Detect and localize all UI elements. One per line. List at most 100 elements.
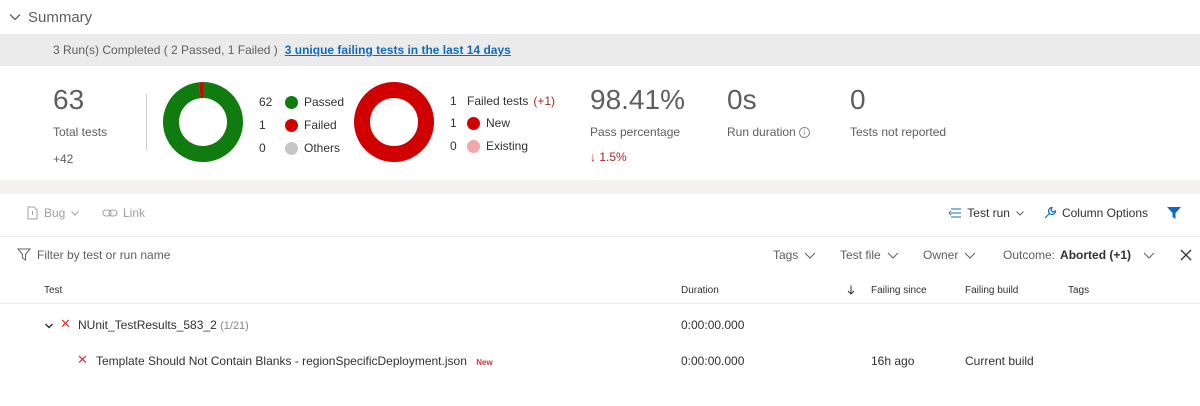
legend-label: Others (304, 141, 341, 155)
bug-icon (27, 206, 38, 220)
test-failing-build: Current build (965, 354, 1034, 368)
summary-stats: 63 Total tests +42 62 Passed 1 Failed 0 … (0, 66, 1200, 180)
sort-descending-icon[interactable] (847, 285, 855, 295)
legend-count: 1 (450, 94, 457, 108)
outcome-donut-chart (163, 82, 243, 162)
outcome-donut-passed-slice (163, 82, 243, 162)
link-button[interactable]: Link (102, 206, 145, 220)
chevron-down-icon (1016, 211, 1024, 216)
group-name-text: NUnit_TestResults_583_2 (78, 318, 217, 332)
test-file-filter-dropdown[interactable]: Test file (840, 248, 900, 262)
failed-dot-icon (285, 118, 298, 132)
legend-label: Failed tests (467, 94, 529, 108)
table-header: Test Duration Failing since Failing buil… (0, 280, 1200, 304)
failed-donut-chart (354, 82, 434, 162)
info-icon[interactable]: i (798, 127, 810, 139)
owner-filter-label: Owner (923, 247, 959, 262)
test-name-cell: Template Should Not Contain Blanks - reg… (96, 354, 493, 368)
legend-label: Passed (304, 95, 345, 109)
filter-input[interactable]: Filter by test or run name (17, 248, 170, 262)
results-toolbar: Bug Link Test run Column Options (0, 194, 1200, 232)
run-info-text: 3 Run(s) Completed ( 2 Passed, 1 Failed … (53, 43, 278, 57)
filter-placeholder: Filter by test or run name (37, 247, 171, 262)
column-header-tags[interactable]: Tags (1068, 285, 1089, 296)
tags-filter-dropdown[interactable]: Tags (773, 248, 817, 262)
pass-percentage-value: 98.41% (590, 84, 685, 115)
new-badge: New (476, 358, 493, 367)
legend-passed: 62 Passed (259, 94, 344, 110)
group-name: NUnit_TestResults_583_2 (1/21) (78, 318, 249, 332)
owner-filter-dropdown[interactable]: Owner (923, 248, 977, 262)
chevron-down-icon (887, 252, 899, 259)
chevron-down-icon[interactable] (44, 321, 54, 331)
test-file-filter-label: Test file (840, 247, 881, 262)
legend-count: 0 (259, 141, 266, 155)
summary-section-header[interactable]: Summary (0, 0, 1200, 34)
column-header-failing-since[interactable]: Failing since (871, 285, 927, 296)
legend-count: 0 (450, 139, 457, 153)
chevron-down-icon (805, 252, 816, 259)
column-header-duration[interactable]: Duration (681, 285, 719, 296)
legend-label: New (486, 116, 511, 130)
chevron-down-icon (964, 252, 976, 259)
failed-x-icon: ✕ (77, 352, 88, 367)
total-tests-label: Total tests (53, 125, 108, 139)
legend-count: 1 (450, 116, 457, 130)
legend-label: Failed (304, 118, 337, 132)
toolbar-right: Test run Column Options (948, 194, 1200, 232)
table-group-row[interactable]: ✕ NUnit_TestResults_583_2 (1/21) 0:00:00… (0, 307, 1200, 345)
failed-tests-delta: (+1) (533, 94, 556, 108)
pass-percentage-change: ↓ 1.5% (590, 150, 627, 164)
outcome-filter-dropdown[interactable]: Outcome: Aborted (+1) (1003, 248, 1156, 262)
run-duration-label-group: Run duration i (727, 125, 810, 139)
legend-others: 0 Others (259, 140, 340, 156)
chevron-down-icon (1143, 252, 1155, 259)
section-gap (0, 180, 1200, 194)
not-reported-label: Tests not reported (850, 125, 947, 139)
run-info-bar: 3 Run(s) Completed ( 2 Passed, 1 Failed … (0, 34, 1200, 66)
new-dot-icon (467, 116, 480, 130)
existing-dot-icon (467, 139, 480, 153)
outcome-filter-value: Aborted (+1) (1060, 247, 1132, 262)
test-run-label: Test run (967, 206, 1010, 220)
total-tests-delta: +42 (53, 152, 74, 166)
legend-failed-tests: 1 Failed tests (+1) (450, 93, 555, 109)
column-options-button[interactable]: Column Options (1043, 206, 1148, 220)
legend-count: 1 (259, 118, 266, 132)
test-duration: 0:00:00.000 (681, 354, 745, 368)
table-row[interactable]: ✕ Template Should Not Contain Blanks - r… (0, 343, 1200, 381)
passed-dot-icon (285, 95, 298, 109)
column-options-label: Column Options (1061, 206, 1148, 220)
legend-count: 62 (259, 95, 273, 109)
run-duration-label: Run duration (727, 125, 796, 139)
failing-tests-link[interactable]: 3 unique failing tests in the last 14 da… (285, 43, 511, 57)
total-tests-value: 63 (53, 84, 85, 115)
tags-filter-label: Tags (773, 247, 799, 262)
group-by-icon (948, 208, 962, 218)
filter-icon[interactable] (1166, 206, 1182, 220)
failed-donut-new-slice (354, 82, 434, 162)
link-icon (102, 209, 118, 217)
column-header-failing-build[interactable]: Failing build (965, 285, 1018, 296)
link-label: Link (123, 206, 146, 220)
chevron-down-icon (71, 211, 80, 216)
bug-button[interactable]: Bug (26, 206, 80, 220)
not-reported-value: 0 (850, 84, 866, 115)
others-dot-icon (285, 141, 298, 155)
test-name: Template Should Not Contain Blanks - reg… (96, 354, 467, 368)
summary-title: Summary (28, 8, 93, 26)
failed-x-icon: ✕ (60, 316, 71, 331)
legend-label: Existing (486, 139, 529, 153)
legend-existing: 0 Existing (450, 138, 528, 154)
wrench-icon (1044, 206, 1057, 219)
test-failing-since: 16h ago (871, 354, 915, 368)
legend-failed: 1 Failed (259, 117, 337, 133)
legend-new: 1 New (450, 115, 510, 131)
close-icon[interactable] (1180, 249, 1192, 261)
run-duration-value: 0s (727, 84, 757, 115)
test-run-dropdown[interactable]: Test run (948, 206, 1025, 220)
filter-funnel-icon (17, 248, 31, 261)
outcome-filter-label: Outcome: (1003, 247, 1056, 262)
column-header-test[interactable]: Test (44, 285, 62, 296)
pass-percentage-label: Pass percentage (590, 125, 681, 139)
